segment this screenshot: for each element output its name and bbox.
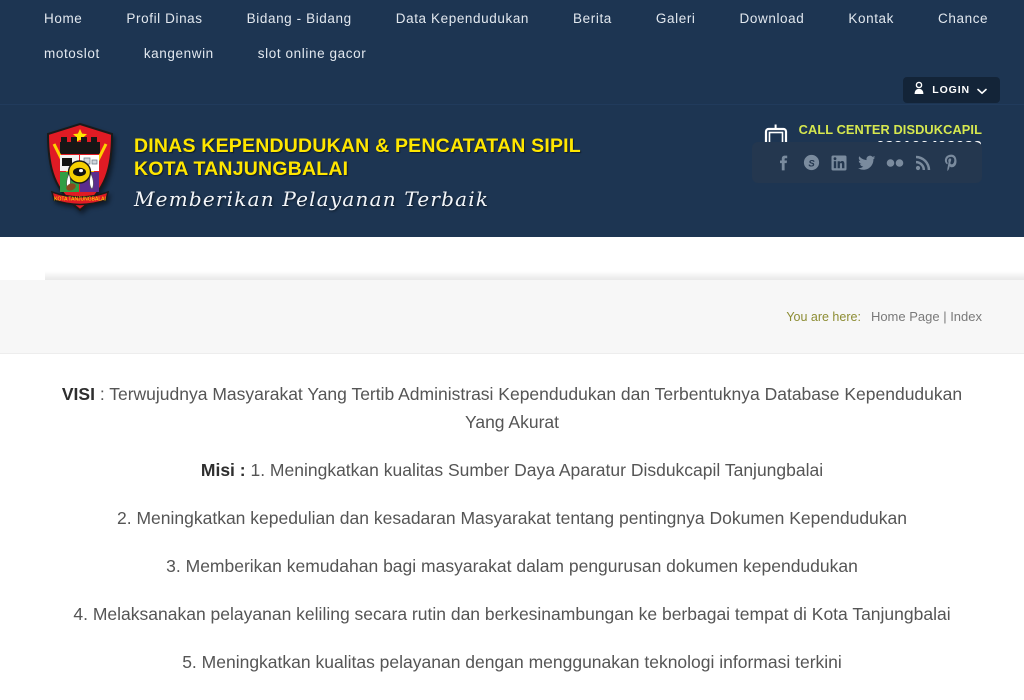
nav-home[interactable]: Home xyxy=(22,2,104,36)
visi-text: : Terwujudnya Masyarakat Yang Tertib Adm… xyxy=(94,384,963,432)
login-area: LOGIN xyxy=(903,77,1000,103)
brand-title-line1: DINAS KEPENDUDUKAN & PENCATATAN SIPIL xyxy=(134,135,581,157)
misi-2-paragraph: 2. Meningkatkan kepedulian dan kesadaran… xyxy=(117,508,907,528)
svg-text:S: S xyxy=(808,158,815,169)
visi-label: VISI xyxy=(61,384,95,404)
breadcrumb-path[interactable]: Home Page | Index xyxy=(871,309,982,324)
linkedin-icon[interactable] xyxy=(830,154,848,172)
misi-3-paragraph: 3. Memberikan kemudahan bagi masyarakat … xyxy=(166,556,858,576)
user-icon xyxy=(913,81,925,100)
nav-kangenwin[interactable]: kangenwin xyxy=(122,37,236,71)
misi-1-paragraph: Misi : 1. Meningkatkan kualitas Sumber D… xyxy=(60,456,964,484)
skype-icon[interactable]: S xyxy=(802,154,820,172)
nav-data-kependudukan[interactable]: Data Kependudukan xyxy=(374,2,551,36)
svg-text:KOTA TANJUNGBALAI: KOTA TANJUNGBALAI xyxy=(54,197,106,203)
pinterest-icon[interactable] xyxy=(942,154,960,172)
misi-5-paragraph: 5. Meningkatkan kualitas pelayanan denga… xyxy=(182,652,842,672)
chevron-down-icon xyxy=(977,82,987,100)
nav-berita[interactable]: Berita xyxy=(551,2,634,36)
call-center-title: CALL CENTER DISDUKCAPIL xyxy=(798,122,982,137)
social-links-bar: S xyxy=(752,142,982,183)
city-crest-icon: KOTA TANJUNGBALAI xyxy=(46,122,114,212)
nav-galeri[interactable]: Galeri xyxy=(634,2,718,36)
brand-tagline: Memberikan Pelayanan Terbaik xyxy=(134,187,490,211)
main-content: VISI : Terwujudnya Masyarakat Yang Terti… xyxy=(0,354,1024,676)
breadcrumb-band: You are here: Home Page | Index xyxy=(0,280,1024,354)
nav-download[interactable]: Download xyxy=(718,2,827,36)
nav-kontak[interactable]: Kontak xyxy=(826,2,916,36)
login-button-label: LOGIN xyxy=(932,84,970,96)
nav-slot-online-gacor[interactable]: slot online gacor xyxy=(236,37,389,71)
brand-text-block: DINAS KEPENDUDUKAN & PENCATATAN SIPIL KO… xyxy=(134,122,581,211)
nav-chance[interactable]: Chance xyxy=(916,2,1010,36)
breadcrumb-label: You are here: xyxy=(786,309,861,324)
nav-bidang-bidang[interactable]: Bidang - Bidang xyxy=(225,2,374,36)
top-navigation-bar: Home Profil Dinas Bidang - Bidang Data Kepe… xyxy=(0,0,1024,104)
nav-motoslot[interactable]: motoslot xyxy=(22,37,122,71)
brand-logo-block[interactable]: KOTA TANJUNGBALAI DINAS KEPENDUDUKAN & P… xyxy=(40,122,581,214)
brand-title-line2: KOTA TANJUNGBALAI xyxy=(134,158,349,180)
twitter-icon[interactable] xyxy=(858,154,876,172)
visi-paragraph: VISI : Terwujudnya Masyarakat Yang Terti… xyxy=(60,380,964,436)
flickr-icon[interactable] xyxy=(886,154,904,172)
rss-icon[interactable] xyxy=(914,154,932,172)
misi-label: Misi : xyxy=(200,460,246,480)
login-button[interactable]: LOGIN xyxy=(903,77,1000,103)
header-shadow-gap xyxy=(0,237,1024,280)
misi-1-text: 1. Meningkatkan kualitas Sumber Daya Apa… xyxy=(245,460,824,480)
misi-4-paragraph: 4. Melaksanakan pelayanan keliling secar… xyxy=(73,604,951,624)
nav-row-secondary: motoslot kangenwin slot online gacor xyxy=(0,36,1024,72)
nav-row-primary: Home Profil Dinas Bidang - Bidang Data Kepe… xyxy=(0,0,1024,36)
site-header: KOTA TANJUNGBALAI DINAS KEPENDUDUKAN & P… xyxy=(0,104,1024,237)
facebook-icon[interactable] xyxy=(774,154,792,172)
nav-profil-dinas[interactable]: Profil Dinas xyxy=(104,2,224,36)
